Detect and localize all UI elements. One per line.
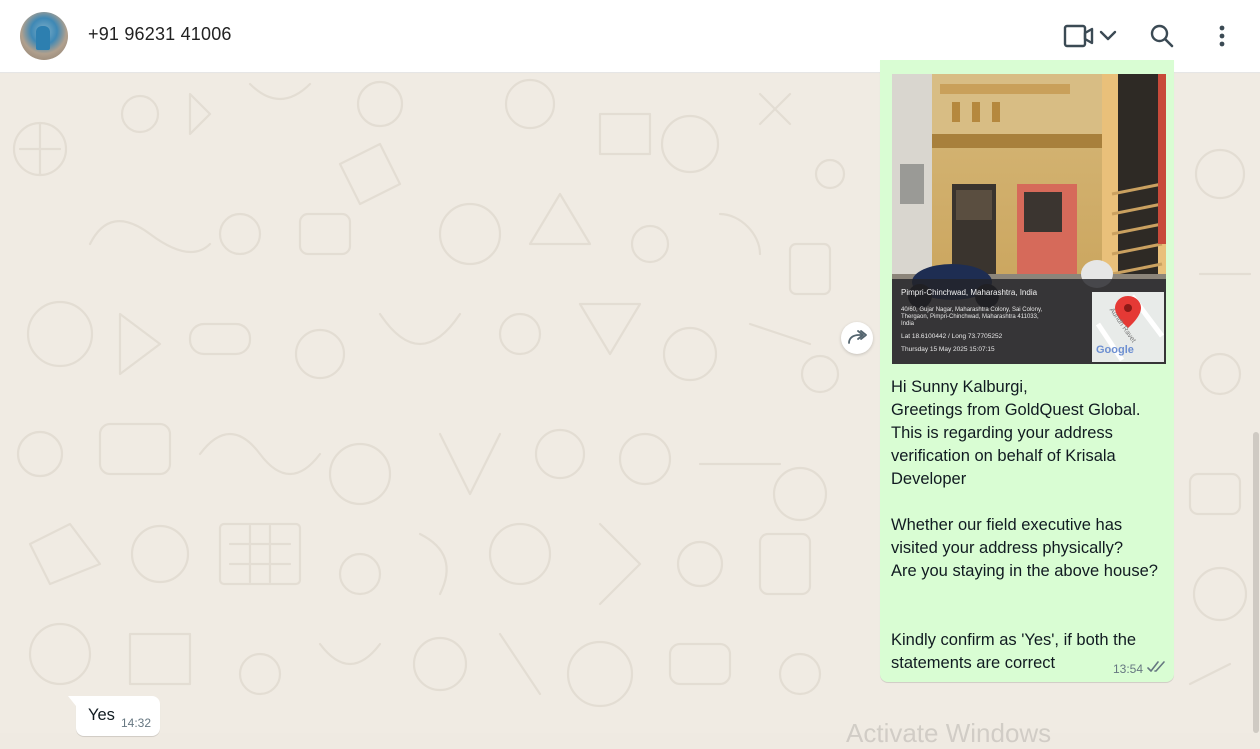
more-options-button[interactable] xyxy=(1208,20,1236,52)
video-call-button[interactable] xyxy=(1062,20,1120,52)
outgoing-message-time: 13:54 xyxy=(1113,662,1144,676)
photo-address-line1: 40/60, Gujar Nagar, Maharashtra Colony, … xyxy=(901,307,1043,313)
contact-name[interactable]: +91 96231 41006 xyxy=(88,24,232,45)
incoming-message-text: Yes xyxy=(88,706,115,724)
photo-timestamp: Thursday 15 May 2025 15:07:15 xyxy=(901,346,995,353)
more-vertical-icon xyxy=(1219,25,1225,47)
photo-address-line2: Thergaon, Pimpri-Chinchwad, Maharashtra … xyxy=(901,314,1039,320)
video-call-icon xyxy=(1063,24,1117,48)
search-icon xyxy=(1150,24,1174,48)
photo-coordinates: Lat 18.6100442 / Long 73.7705252 xyxy=(901,333,1003,340)
chevron-down-icon xyxy=(1099,30,1117,41)
house-photo-image xyxy=(892,74,1166,364)
photo-address-line3: India xyxy=(901,321,915,327)
incoming-message-time: 14:32 xyxy=(121,716,152,730)
forward-button[interactable] xyxy=(841,322,873,354)
geotag-photo[interactable]: Pimpri-Chinchwad, Maharashtra, India 40/… xyxy=(892,74,1166,364)
photo-location-title: Pimpri-Chinchwad, Maharashtra, India xyxy=(901,288,1038,297)
avatar[interactable] xyxy=(20,12,68,60)
outgoing-message-text: Hi Sunny Kalburgi, Greetings from GoldQu… xyxy=(891,378,1158,672)
search-button[interactable] xyxy=(1146,20,1178,52)
chat-scrollbar-thumb[interactable] xyxy=(1253,432,1259,733)
double-check-icon xyxy=(1147,661,1165,672)
map-brand-logo: Google xyxy=(1096,344,1134,356)
forward-icon xyxy=(848,330,867,344)
activate-windows-watermark: Activate Windows xyxy=(846,718,1052,748)
